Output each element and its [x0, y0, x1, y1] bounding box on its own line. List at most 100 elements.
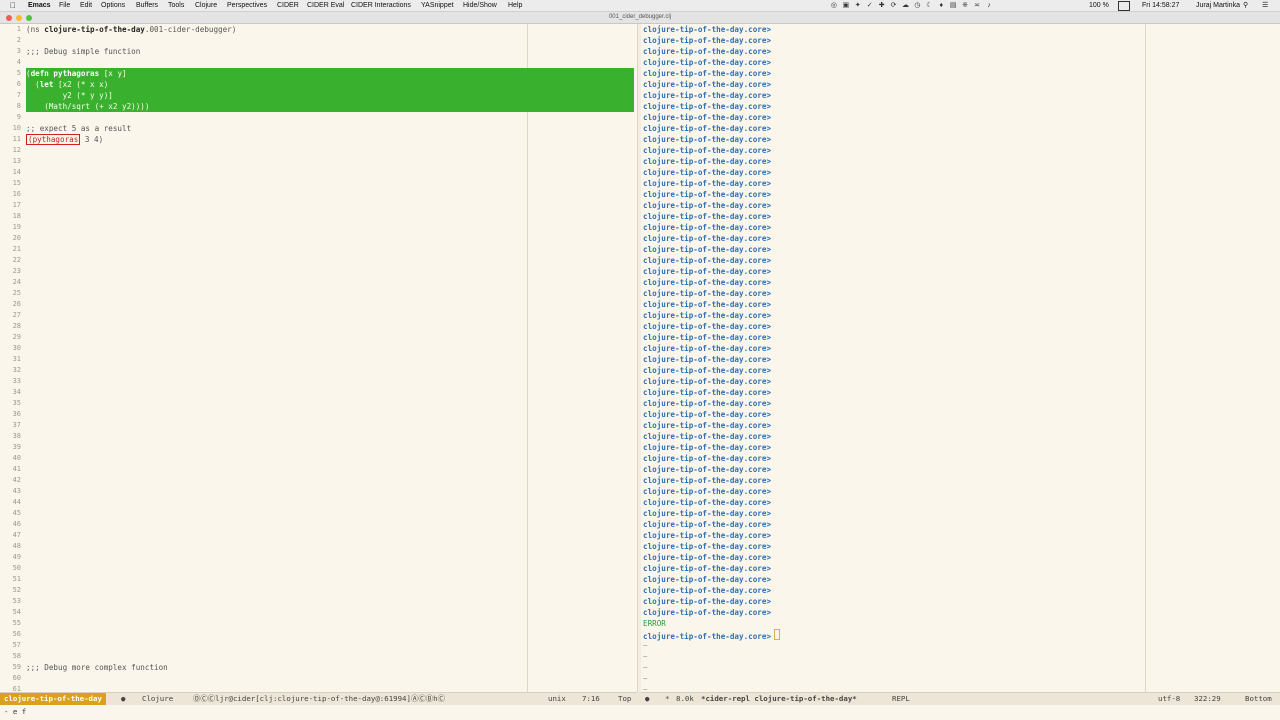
repl-prompt-line: clojure-tip-of-the-day.core> [643, 91, 772, 100]
line-number: 35 [12, 399, 21, 407]
code-line-math[interactable]: (Math/sqrt (+ x2 y2)))) [26, 101, 634, 112]
debugger-highlight[interactable]: (defn pythagoras [x y] (let [x2 (* x x) … [26, 68, 634, 112]
empty-line-marker: ~ [643, 652, 648, 661]
mode-line-cider-info[interactable]: ⒹⒸⒸljr@cider[clj:clojure-tip-of-the-day@… [193, 693, 445, 705]
code-comment-debug-simple[interactable]: ;;; Debug simple function [26, 46, 637, 57]
moon-icon[interactable]: ☾ [924, 1, 934, 10]
line-number: 31 [12, 355, 21, 363]
repl-buffer-window[interactable]: clojure-tip-of-the-day.core> clojure-tip-… [641, 24, 1280, 692]
menu-help[interactable]: Help [508, 1, 522, 10]
repl-prompt-line: clojure-tip-of-the-day.core> [643, 278, 772, 287]
code-line-blank[interactable] [26, 112, 637, 123]
line-number: 16 [12, 190, 21, 198]
repl-prompt-line: clojure-tip-of-the-day.core> [643, 25, 772, 34]
mode-line-scroll: Top [618, 694, 632, 703]
repl-active-prompt-line[interactable]: clojure-tip-of-the-day.core> [643, 629, 1273, 641]
code-line-let-y2[interactable]: y2 (* y y)] [26, 90, 634, 101]
cloud-icon[interactable]: ☁ [901, 1, 911, 10]
source-buffer-window[interactable]: 1 2 3 4 5 6 7 8 9 10 11 12 13 14 15 16 17 18 19 20 21 22 23 24 2… [0, 24, 637, 692]
menu-app[interactable]: Emacs [28, 1, 51, 10]
repl-prompt-line: clojure-tip-of-the-day.core> [643, 465, 772, 474]
code-line-blank[interactable] [26, 35, 637, 46]
line-number: 51 [12, 575, 21, 583]
menu-options[interactable]: Options [101, 1, 125, 10]
menu-cider-interactions[interactable]: CIDER Interactions [351, 1, 411, 10]
modified-indicator-icon: ● [121, 694, 126, 703]
menu-cider-eval[interactable]: CIDER Eval [307, 1, 344, 10]
line-number: 3 [16, 47, 21, 55]
mode-line-buffer-badge[interactable]: clojure-tip-of-the-day [0, 693, 106, 705]
mode-line-repl[interactable]: ● * 8.0k *cider-repl clojure-tip-of-the-… [641, 692, 1280, 705]
menu-file[interactable]: File [59, 1, 70, 10]
target-icon[interactable]: ◎ [829, 1, 839, 10]
menu-clojure[interactable]: Clojure [195, 1, 217, 10]
repl-output[interactable]: clojure-tip-of-the-day.core> clojure-tip-… [643, 24, 1273, 692]
line-number: 25 [12, 289, 21, 297]
mode-line-major-mode[interactable]: REPL [892, 693, 910, 705]
battery-status[interactable]: 100 % [1089, 1, 1109, 10]
wifi-icon[interactable]: ≍ [972, 1, 982, 10]
call-rest: 3 4) [80, 135, 104, 144]
code-line-ns[interactable]: (ns clojure-tip-of-the-day.001-cider-deb… [26, 24, 637, 35]
code-comment-expect[interactable]: ;; expect 5 as a result [26, 123, 637, 134]
math-sqrt-expr: (Math/sqrt (+ x2 y2)))) [26, 102, 150, 111]
menu-tools[interactable]: Tools [168, 1, 184, 10]
menu-yasnippet[interactable]: YASnippet [421, 1, 454, 10]
repl-prompt-line: clojure-tip-of-the-day.core> [643, 575, 772, 584]
line-number: 38 [12, 432, 21, 440]
window-icon[interactable]: ▣ [841, 1, 851, 10]
code-line-defn[interactable]: (defn pythagoras [x y] [26, 68, 634, 79]
menu-edit[interactable]: Edit [80, 1, 92, 10]
modified-indicator-icon: ● [645, 694, 650, 703]
mode-line-encoding: unix [548, 694, 566, 703]
menu-buffers[interactable]: Buffers [136, 1, 158, 10]
code-comment-debug-complex[interactable]: ;;; Debug more complex function [26, 662, 637, 673]
line-number: 49 [12, 553, 21, 561]
code-line-blank[interactable] [26, 57, 637, 68]
let-binding-y2: y2 (* y y)] [26, 91, 113, 100]
drive-icon[interactable]: ▤ [948, 1, 958, 10]
repl-prompt-line: clojure-tip-of-the-day.core> [643, 498, 772, 507]
menu-hide-show[interactable]: Hide/Show [463, 1, 497, 10]
pin-icon[interactable]: ✓ [865, 1, 875, 10]
menu-cider[interactable]: CIDER [277, 1, 299, 10]
repl-prompt-line: clojure-tip-of-the-day.core> [643, 344, 772, 353]
shield-icon[interactable]: ♦ [936, 1, 946, 10]
mode-line-buffer-name[interactable]: *cider-repl clojure-tip-of-the-day* [701, 693, 857, 705]
volume-icon[interactable]: ♪ [984, 1, 994, 10]
bluetooth-icon[interactable]: ※ [960, 1, 970, 10]
notification-center-icon[interactable]: ☰ [1262, 1, 1268, 10]
debug-call-target[interactable]: (pythagoras [26, 134, 81, 145]
repl-prompt-line: clojure-tip-of-the-day.core> [643, 300, 772, 309]
mode-line-source[interactable]: clojure-tip-of-the-day ● Clojure ⒹⒸⒸljr@… [0, 692, 637, 705]
repl-prompt-line: clojure-tip-of-the-day.core> [643, 311, 772, 320]
source-code-bottom[interactable]: ;;; Debug more complex function [26, 662, 637, 673]
line-number: 37 [12, 421, 21, 429]
repl-prompt-line: clojure-tip-of-the-day.core> [643, 355, 772, 364]
line-number: 5 [16, 69, 21, 77]
plus-icon[interactable]: ✚ [877, 1, 887, 10]
menubar-clock[interactable]: Fri 14:58:27 [1142, 1, 1179, 10]
refresh-icon[interactable]: ⟳ [889, 1, 899, 10]
repl-prompt-line: clojure-tip-of-the-day.core> [643, 234, 772, 243]
text-cursor[interactable] [774, 629, 781, 640]
menu-perspectives[interactable]: Perspectives [227, 1, 267, 10]
code-line-call[interactable]: (pythagoras 3 4) [26, 134, 637, 145]
line-number: 52 [12, 586, 21, 594]
repl-prompt-line: clojure-tip-of-the-day.core> [643, 564, 772, 573]
minibuffer[interactable]: - e f [0, 705, 1280, 720]
mode-line-major-mode[interactable]: Clojure [142, 693, 173, 705]
apple-icon[interactable]:  [10, 1, 18, 10]
repl-prompt-line: clojure-tip-of-the-day.core> [643, 410, 772, 419]
code-line-let[interactable]: (let [x2 (* x x) [26, 79, 634, 90]
clock-icon[interactable]: ◷ [912, 1, 922, 10]
line-number: 57 [12, 641, 21, 649]
line-number: 40 [12, 454, 21, 462]
repl-prompt-line: clojure-tip-of-the-day.core> [643, 432, 772, 441]
line-number: 14 [12, 168, 21, 176]
menubar-user[interactable]: Juraj Martinka [1196, 1, 1240, 10]
star-icon[interactable]: ✦ [853, 1, 863, 10]
spotlight-icon[interactable]: ⚲ [1243, 1, 1248, 10]
line-number: 12 [12, 146, 21, 154]
repl-prompt-line: clojure-tip-of-the-day.core> [643, 223, 772, 232]
